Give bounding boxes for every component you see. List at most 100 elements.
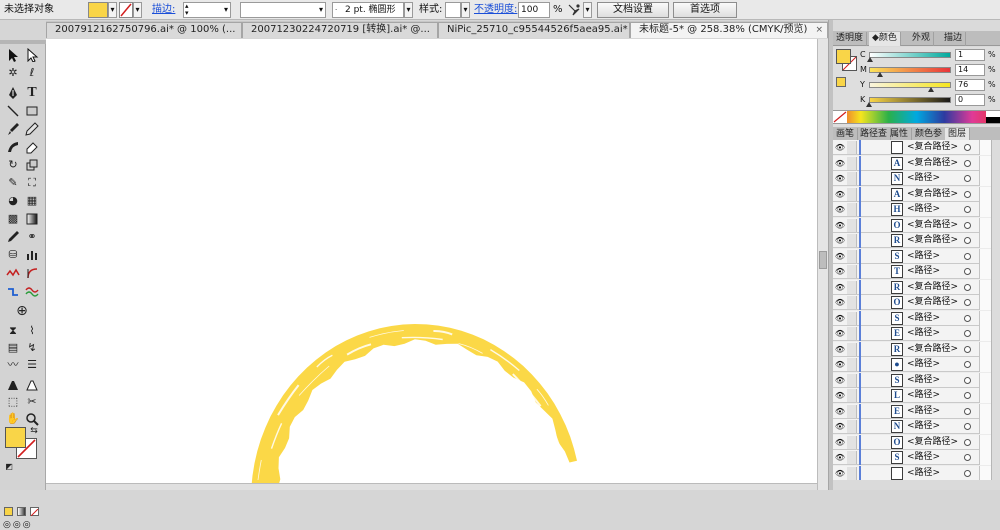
channel-slider-track[interactable] (869, 82, 951, 88)
layer-row[interactable]: 👁 <路径> (833, 465, 1000, 481)
layer-row[interactable]: 👁 E <路径> (833, 403, 1000, 419)
target-circle-icon[interactable] (964, 206, 971, 213)
lock-toggle[interactable] (847, 342, 857, 356)
visibility-eye-icon[interactable]: 👁 (834, 326, 846, 341)
lock-toggle[interactable] (847, 265, 857, 278)
gradient-mode-icon[interactable] (17, 507, 26, 516)
tab-appearance[interactable]: 外观 (909, 32, 935, 46)
visibility-eye-icon[interactable]: 👁 (834, 233, 846, 248)
visibility-eye-icon[interactable]: 👁 (834, 295, 846, 310)
vertical-scrollbar[interactable] (817, 39, 828, 490)
lock-toggle[interactable] (847, 466, 857, 480)
rotate-tool-icon[interactable]: ↻ (4, 156, 22, 174)
tab-document-active[interactable]: 未标题-5* @ 258.38% (CMYK/预览) × (630, 22, 828, 38)
recolor-icon[interactable] (566, 2, 582, 18)
visibility-eye-icon[interactable]: 👁 (834, 435, 846, 450)
lock-toggle[interactable] (847, 234, 857, 247)
target-circle-icon[interactable] (964, 376, 971, 384)
visibility-eye-icon[interactable]: 👁 (834, 388, 846, 403)
layer-row[interactable]: 👁 O <复合路径> (833, 434, 1000, 450)
lock-toggle[interactable] (847, 156, 857, 170)
recolor-dropdown[interactable]: ▾ (583, 2, 592, 18)
layer-row[interactable]: 👁 A <复合路径> (833, 155, 1000, 171)
pencil-tool-icon[interactable] (23, 120, 41, 138)
lock-toggle[interactable] (847, 203, 857, 216)
layer-row[interactable]: 👁 S <路径> (833, 310, 1000, 326)
tab-transparency[interactable]: 透明度 (833, 32, 868, 46)
target-circle-icon[interactable] (964, 314, 971, 322)
lock-toggle[interactable] (847, 327, 857, 340)
perspective-grid-icon[interactable]: ▦ (23, 192, 41, 210)
lock-toggle[interactable] (847, 296, 857, 309)
lock-toggle[interactable] (847, 404, 857, 418)
color-mode-icon[interactable] (4, 507, 13, 516)
eraser-tool-icon[interactable] (23, 138, 41, 156)
cut-icon[interactable]: ✂ (23, 393, 41, 411)
stroke-weight-field[interactable]: ▴ ▾ ▾ (183, 2, 231, 18)
layer-row[interactable]: 👁 A <复合路径> (833, 186, 1000, 202)
visibility-eye-icon[interactable]: 👁 (834, 311, 846, 326)
layer-row[interactable]: 👁 R <复合路径> (833, 341, 1000, 357)
target-circle-icon[interactable] (964, 407, 971, 415)
lock-toggle[interactable] (847, 420, 857, 433)
opacity-field[interactable]: 100 (518, 2, 550, 18)
hand-compass-icon[interactable]: ⊕ (13, 302, 31, 320)
slice-tool-icon[interactable] (23, 264, 41, 282)
target-circle-icon[interactable] (964, 345, 971, 353)
rectangle-tool-icon[interactable] (23, 102, 41, 120)
channel-value-field[interactable]: 14 (955, 64, 985, 76)
target-circle-icon[interactable] (964, 268, 971, 275)
type-tool-icon[interactable]: T (23, 84, 41, 102)
hand-tool-icon[interactable]: ✋ (4, 410, 22, 428)
tab-stroke[interactable]: 描边 (941, 32, 967, 46)
layer-row[interactable]: 👁 T <路径> (833, 264, 1000, 279)
lock-toggle[interactable] (847, 389, 857, 402)
preferences-button[interactable]: 首选项 (673, 2, 737, 18)
anchor-tool-icon[interactable] (4, 282, 22, 300)
live-paint-icon[interactable] (4, 376, 22, 394)
path-width-icon[interactable] (23, 282, 41, 300)
live-paint-select-icon[interactable] (23, 376, 41, 394)
mesh-tool-icon[interactable]: ▩ (4, 210, 22, 228)
layer-row[interactable]: 👁 N <路径> (833, 419, 1000, 434)
lock-toggle[interactable] (847, 280, 857, 294)
selection-tool-icon[interactable] (4, 46, 22, 64)
layer-row[interactable]: 👁 H <路径> (833, 202, 1000, 217)
visibility-eye-icon[interactable]: 👁 (834, 171, 846, 186)
lock-toggle[interactable] (847, 311, 857, 325)
target-circle-icon[interactable] (964, 361, 971, 368)
style-dropdown[interactable]: ▾ (461, 2, 470, 18)
channel-slider-track[interactable] (869, 52, 951, 58)
scale-tool-icon[interactable] (23, 156, 41, 174)
layer-row[interactable]: 👁 L <路径> (833, 388, 1000, 403)
document-setup-button[interactable]: 文档设置 (597, 2, 669, 18)
layers-scrollbar[interactable] (991, 140, 1000, 480)
visibility-eye-icon[interactable]: 👁 (834, 466, 846, 481)
tab-color[interactable]: ◆颜色 (869, 32, 901, 46)
lock-toggle[interactable] (847, 451, 857, 464)
knife-tool-icon[interactable]: ⌇ (23, 322, 41, 340)
artboard-canvas[interactable] (46, 39, 817, 490)
grid-tool-icon[interactable]: ▤ (4, 339, 22, 357)
lock-toggle[interactable] (847, 358, 857, 371)
target-circle-icon[interactable] (964, 330, 971, 337)
channel-value-field[interactable]: 76 (955, 79, 985, 91)
target-circle-icon[interactable] (964, 299, 971, 306)
channel-slider-thumb[interactable] (928, 87, 935, 92)
shape-builder-icon[interactable]: ◕ (4, 192, 22, 210)
none-mode-icon[interactable] (30, 507, 39, 517)
target-circle-icon[interactable] (964, 392, 971, 399)
fill-color-box[interactable] (5, 427, 26, 448)
channel-slider-track[interactable] (869, 97, 951, 103)
lock-toggle[interactable] (847, 218, 857, 232)
visibility-eye-icon[interactable]: 👁 (834, 187, 846, 202)
fill-dropdown[interactable]: ▾ (108, 2, 117, 18)
target-circle-icon[interactable] (964, 221, 971, 229)
default-colors-icon[interactable]: ◩ (3, 461, 15, 473)
visibility-eye-icon[interactable]: 👁 (834, 280, 846, 295)
layer-row[interactable]: 👁 S <路径> (833, 450, 1000, 465)
twirl-tool-icon[interactable]: ↯ (23, 339, 41, 357)
lock-toggle[interactable] (847, 373, 857, 387)
visibility-eye-icon[interactable]: 👁 (834, 140, 846, 155)
brush-definition[interactable]: · 2 pt. 椭圆形 (332, 2, 404, 18)
